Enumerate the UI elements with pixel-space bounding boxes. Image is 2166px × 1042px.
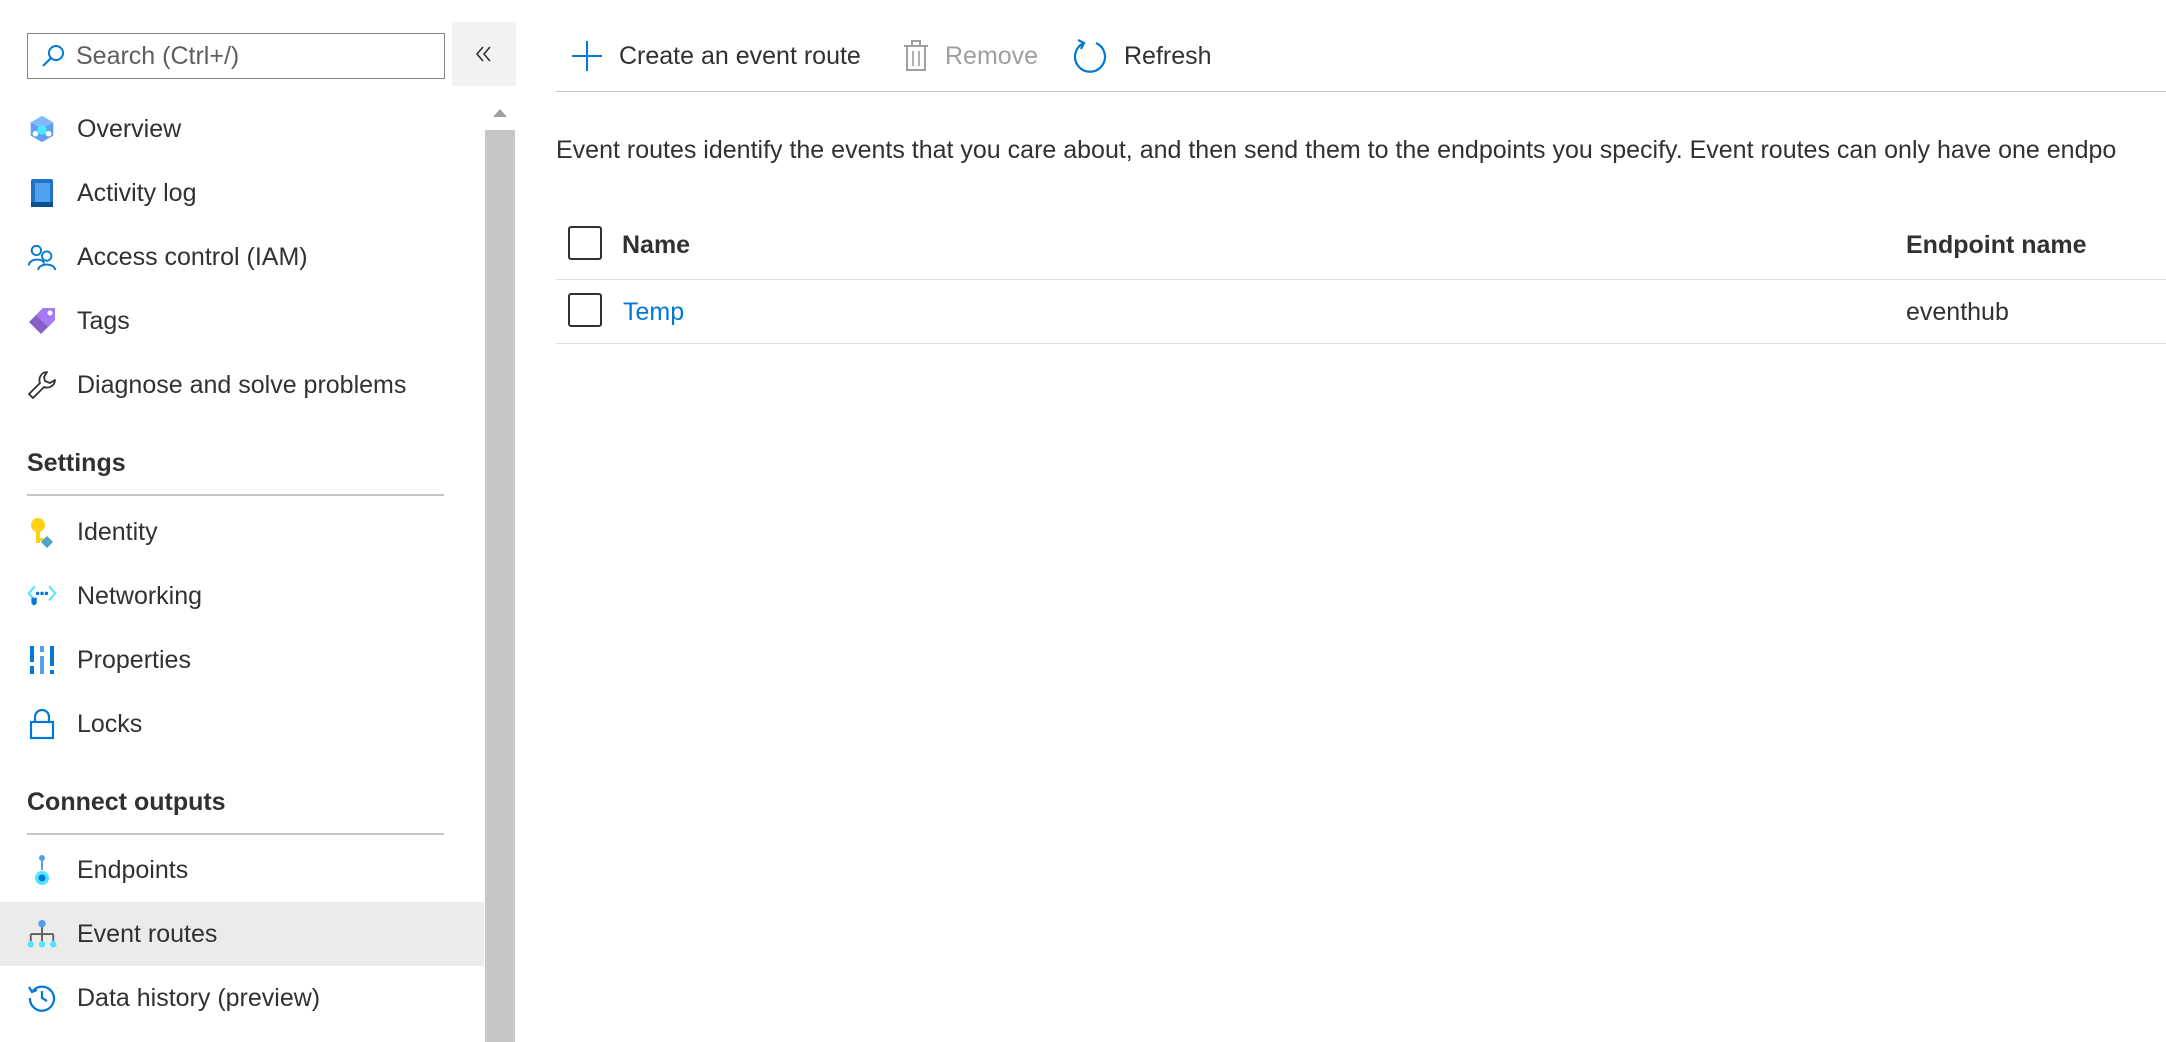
sidebar-item-event-routes[interactable]: Event routes — [0, 902, 484, 966]
resource-menu: Overview Activity log Access control (IA… — [0, 0, 516, 1042]
triangle-up-icon — [493, 109, 507, 117]
sidebar-item-networking[interactable]: Networking — [0, 564, 484, 628]
sidebar-item-label: Access control (IAM) — [77, 242, 308, 271]
properties-icon — [27, 645, 57, 675]
section-divider — [27, 494, 444, 496]
sidebar-item-label: Identity — [77, 517, 158, 546]
route-name-link[interactable]: Temp — [623, 298, 684, 327]
key-icon — [27, 517, 57, 548]
trash-icon — [904, 40, 928, 71]
sidebar-item-label: Overview — [77, 114, 182, 143]
search-box[interactable] — [27, 33, 445, 79]
select-all-checkbox[interactable] — [568, 226, 602, 260]
sidebar-scrollbar[interactable] — [484, 96, 516, 1042]
sidebar-item-diagnose[interactable]: Diagnose and solve problems — [0, 353, 484, 417]
refresh-label: Refresh — [1124, 41, 1212, 70]
section-header-connect-outputs: Connect outputs — [27, 788, 226, 816]
refresh-button[interactable]: Refresh — [1072, 32, 1212, 80]
sidebar-item-access-control[interactable]: Access control (IAM) — [0, 225, 484, 289]
column-header-endpoint[interactable]: Endpoint name — [1906, 231, 2087, 260]
activity-log-icon — [27, 178, 57, 208]
table-row[interactable]: Temp eventhub — [556, 280, 2166, 344]
sidebar-item-label: Diagnose and solve problems — [77, 370, 407, 399]
section-divider — [27, 833, 444, 835]
table-header: Name Endpoint name — [556, 210, 2166, 280]
wrench-icon — [27, 370, 57, 400]
row-checkbox[interactable] — [568, 293, 602, 327]
tag-icon — [27, 306, 57, 336]
double-chevron-left-icon — [475, 46, 491, 62]
endpoint-name-cell: eventhub — [1906, 298, 2009, 326]
sidebar-item-identity[interactable]: Identity — [0, 500, 484, 564]
sidebar-item-label: Networking — [77, 581, 203, 610]
remove-button[interactable]: Remove — [903, 32, 1038, 80]
remove-label: Remove — [945, 41, 1039, 70]
overview-icon — [27, 114, 57, 144]
sidebar-item-label: Data history (preview) — [77, 983, 321, 1012]
column-header-name[interactable]: Name — [622, 231, 690, 260]
section-header-settings: Settings — [27, 449, 126, 477]
sidebar-item-activity-log[interactable]: Activity log — [0, 161, 484, 225]
sidebar-item-properties[interactable]: Properties — [0, 628, 484, 692]
command-bar: Create an event route Remove Refresh — [556, 0, 2166, 92]
search-input[interactable] — [76, 41, 436, 71]
create-event-route-button[interactable]: Create an event route — [571, 32, 861, 80]
description-text: Event routes identify the events that yo… — [556, 136, 2117, 164]
sidebar-item-label: Event routes — [77, 919, 218, 948]
sidebar-item-overview[interactable]: Overview — [0, 97, 484, 161]
create-event-route-label: Create an event route — [619, 41, 861, 70]
main-content: Create an event route Remove Refresh Eve… — [516, 0, 2166, 1042]
sidebar-item-label: Tags — [77, 306, 130, 335]
history-icon — [27, 983, 57, 1013]
sidebar-item-label: Properties — [77, 645, 191, 674]
endpoints-icon — [27, 855, 57, 885]
sidebar-item-locks[interactable]: Locks — [0, 692, 484, 756]
sidebar-item-label: Activity log — [77, 178, 197, 207]
scrollbar-thumb[interactable] — [485, 130, 515, 1042]
refresh-icon — [1073, 39, 1107, 73]
sidebar-item-label: Endpoints — [77, 855, 189, 884]
sidebar-item-tags[interactable]: Tags — [0, 289, 484, 353]
networking-icon — [27, 581, 57, 611]
sidebar-item-label: Locks — [77, 709, 143, 738]
plus-icon — [572, 41, 602, 71]
event-routes-icon — [27, 919, 57, 949]
access-control-icon — [27, 242, 57, 272]
lock-icon — [27, 708, 57, 740]
collapse-menu-button[interactable] — [452, 22, 516, 86]
scroll-up-button[interactable] — [484, 96, 516, 130]
sidebar-item-endpoints[interactable]: Endpoints — [0, 838, 484, 902]
sidebar-item-data-history[interactable]: Data history (preview) — [0, 966, 484, 1030]
search-icon — [42, 45, 64, 67]
